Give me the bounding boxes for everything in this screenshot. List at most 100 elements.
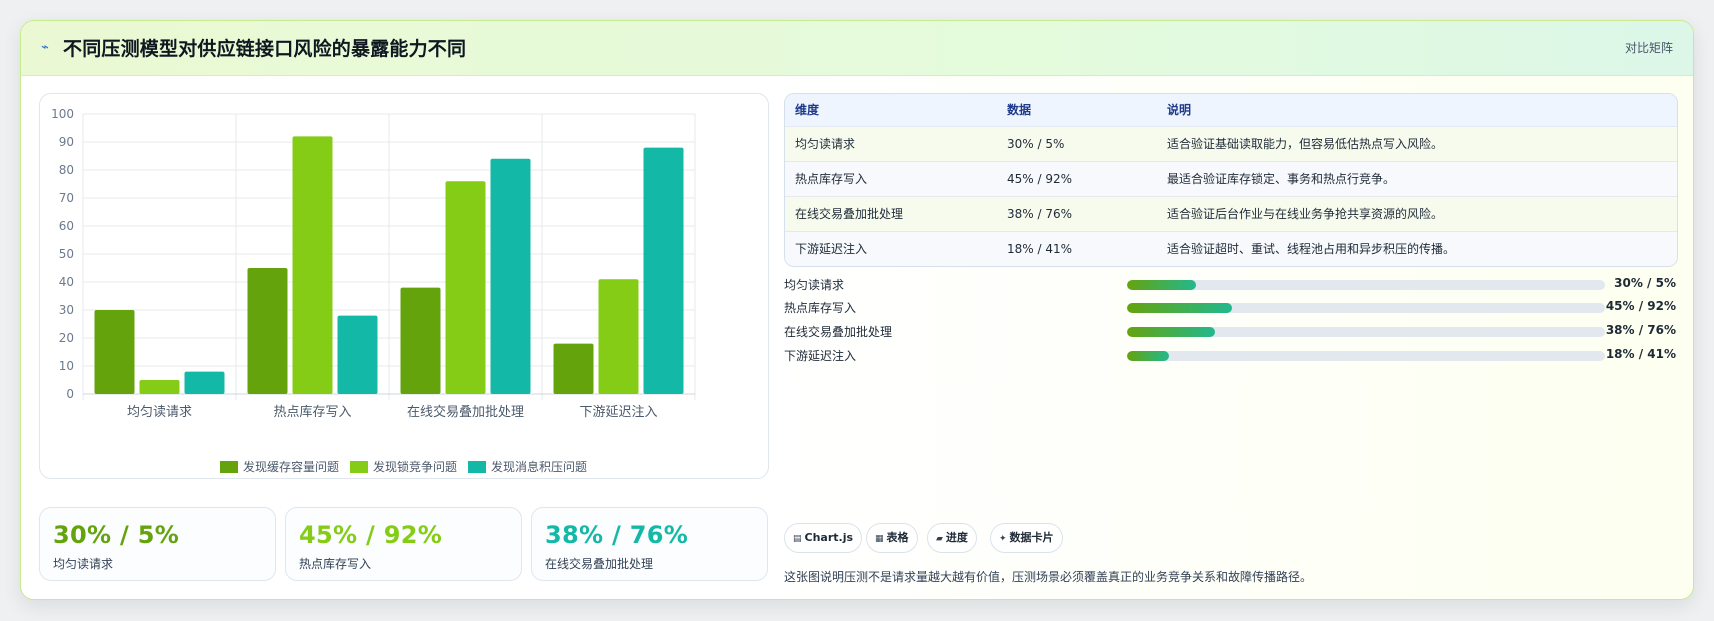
bar — [445, 181, 486, 394]
bar — [247, 268, 288, 394]
bar — [184, 371, 225, 394]
column-header: 说明 — [1167, 103, 1192, 117]
progress-track — [1127, 351, 1605, 361]
progress-fill — [1127, 351, 1169, 361]
chip-label: Chart.js — [804, 531, 854, 544]
table-cell: 30% / 5% — [1007, 137, 1065, 151]
bar — [643, 147, 684, 394]
legend-swatch — [468, 461, 486, 473]
stat-value: 45% / 92% — [299, 521, 443, 549]
stat-card-uniform-read: 30% / 5% 均匀读请求 — [39, 507, 276, 581]
progress-icon: ▰ — [936, 534, 943, 544]
table-cell: 在线交易叠加批处理 — [795, 207, 904, 221]
progress-value: 18% / 41% — [1605, 347, 1676, 361]
progress-value: 45% / 92% — [1605, 299, 1676, 313]
chip-label: 进度 — [945, 531, 968, 544]
table-row: 均匀读请求 30% / 5% 适合验证基础读取能力，但容易低估热点写入风险。 — [785, 127, 1677, 162]
progress-row: 在线交易叠加批处理 38% / 76% — [784, 321, 1678, 341]
table-cell: 热点库存写入 — [795, 172, 868, 186]
y-tick-label: 60 — [59, 219, 74, 233]
legend-swatch — [350, 461, 368, 473]
progress-row: 热点库存写入 45% / 92% — [784, 297, 1678, 317]
y-tick-label: 90 — [59, 135, 74, 149]
bar — [139, 380, 180, 394]
y-tick-label: 80 — [59, 163, 74, 177]
bar — [598, 279, 639, 394]
y-tick-label: 100 — [51, 107, 74, 121]
chip-label: 数据卡片 — [1009, 531, 1054, 544]
table-cell: 18% / 41% — [1007, 242, 1073, 256]
stat-value: 30% / 5% — [53, 521, 180, 549]
y-tick-label: 30 — [59, 303, 74, 317]
x-tick-label: 均匀读请求 — [127, 405, 192, 420]
bar-chart: 0 10 20 30 40 50 60 70 80 90 100 均匀读请求 热点库存写入 在线交易叠加批… — [51, 107, 696, 474]
progress-value: 30% / 5% — [1614, 276, 1676, 290]
progress-track — [1127, 280, 1605, 290]
footnote: 这张图说明压测不是请求量越大越有价值，压测场景必须覆盖真正的业务竞争关系和故障传… — [784, 570, 1313, 584]
card-header: ⌁ 不同压测模型对供应链接口风险的暴露能力不同 对比矩阵 — [21, 21, 1693, 76]
table-icon: ▦ — [875, 534, 884, 544]
table-header-row: 维度 数据 说明 — [785, 94, 1677, 127]
progress-value: 38% / 76% — [1605, 323, 1676, 337]
progress-fill — [1127, 303, 1233, 313]
compare-matrix-label[interactable]: 对比矩阵 — [1625, 39, 1673, 56]
progress-fill — [1127, 327, 1216, 337]
progress-row: 均匀读请求 30% / 5% — [784, 274, 1678, 294]
table-cell: 适合验证后台作业与在线业务争抢共享资源的风险。 — [1167, 207, 1444, 221]
chip-progress[interactable]: ▰ 进度 — [927, 523, 977, 553]
bar — [553, 343, 594, 394]
table-cell: 45% / 92% — [1007, 172, 1073, 186]
bar — [490, 158, 531, 394]
comparison-card: ⌁ 不同压测模型对供应链接口风险的暴露能力不同 对比矩阵 0 10 20 30 40 50… — [20, 20, 1694, 600]
y-tick-label: 10 — [59, 359, 74, 373]
column-header: 数据 — [1007, 103, 1032, 117]
y-tick-label: 40 — [59, 275, 74, 289]
chip-label: 表格 — [886, 531, 909, 544]
x-tick-label: 下游延迟注入 — [579, 405, 657, 420]
table-row: 热点库存写入 45% / 92% 最适合验证库存锁定、事务和热点行竞争。 — [785, 162, 1677, 197]
legend-label: 发现锁竞争问题 — [373, 459, 457, 474]
legend-label: 发现缓存容量问题 — [243, 459, 339, 474]
stat-card-batch-overlay: 38% / 76% 在线交易叠加批处理 — [531, 507, 768, 581]
progress-label: 在线交易叠加批处理 — [784, 325, 893, 339]
y-tick-label: 50 — [59, 247, 74, 261]
sparkle-icon: ✦ — [999, 534, 1007, 544]
y-tick-label: 0 — [66, 387, 74, 401]
bar — [400, 287, 441, 394]
legend-label: 发现消息积压问题 — [491, 459, 587, 474]
table-cell: 最适合验证库存锁定、事务和热点行竞争。 — [1167, 172, 1396, 186]
progress-label: 下游延迟注入 — [784, 349, 857, 363]
table-cell: 均匀读请求 — [795, 137, 856, 151]
legend-swatch — [220, 461, 238, 473]
progress-fill — [1127, 280, 1197, 290]
progress-track — [1127, 327, 1605, 337]
bar-chart-panel: 0 10 20 30 40 50 60 70 80 90 100 均匀读请求 热点库存写入 在线交易叠加批… — [39, 93, 769, 479]
table-cell: 38% / 76% — [1007, 207, 1073, 221]
table-cell: 适合验证超时、重试、线程池占用和异步积压的传播。 — [1167, 242, 1456, 256]
stat-label: 均匀读请求 — [53, 557, 114, 571]
table-row: 下游延迟注入 18% / 41% 适合验证超时、重试、线程池占用和异步积压的传播… — [785, 232, 1677, 266]
bar — [292, 136, 333, 394]
stat-label: 热点库存写入 — [299, 557, 372, 571]
column-header: 维度 — [795, 103, 820, 117]
y-tick-label: 20 — [59, 331, 74, 345]
page-title: 不同压测模型对供应链接口风险的暴露能力不同 — [63, 38, 467, 60]
progress-track — [1127, 303, 1605, 313]
stat-value: 38% / 76% — [545, 521, 689, 549]
progress-label: 均匀读请求 — [784, 278, 845, 292]
x-tick-label: 热点库存写入 — [273, 404, 351, 420]
table-cell: 下游延迟注入 — [795, 242, 868, 256]
chip-chartjs[interactable]: ▤ Chart.js — [784, 523, 863, 553]
y-tick-label: 70 — [59, 191, 74, 205]
x-tick-label: 在线交易叠加批处理 — [407, 404, 524, 420]
progress-row: 下游延迟注入 18% / 41% — [784, 345, 1678, 365]
bar — [94, 310, 135, 394]
chip-table[interactable]: ▦ 表格 — [866, 523, 918, 553]
stat-card-hotspot-write: 45% / 92% 热点库存写入 — [285, 507, 522, 581]
stat-label: 在线交易叠加批处理 — [545, 557, 654, 571]
table-cell: 适合验证基础读取能力，但容易低估热点写入风险。 — [1167, 137, 1444, 151]
chart-icon: ▤ — [793, 534, 802, 544]
chip-data-cards[interactable]: ✦ 数据卡片 — [990, 523, 1063, 553]
bar — [337, 315, 378, 394]
table-row: 在线交易叠加批处理 38% / 76% 适合验证后台作业与在线业务争抢共享资源的… — [785, 197, 1677, 232]
